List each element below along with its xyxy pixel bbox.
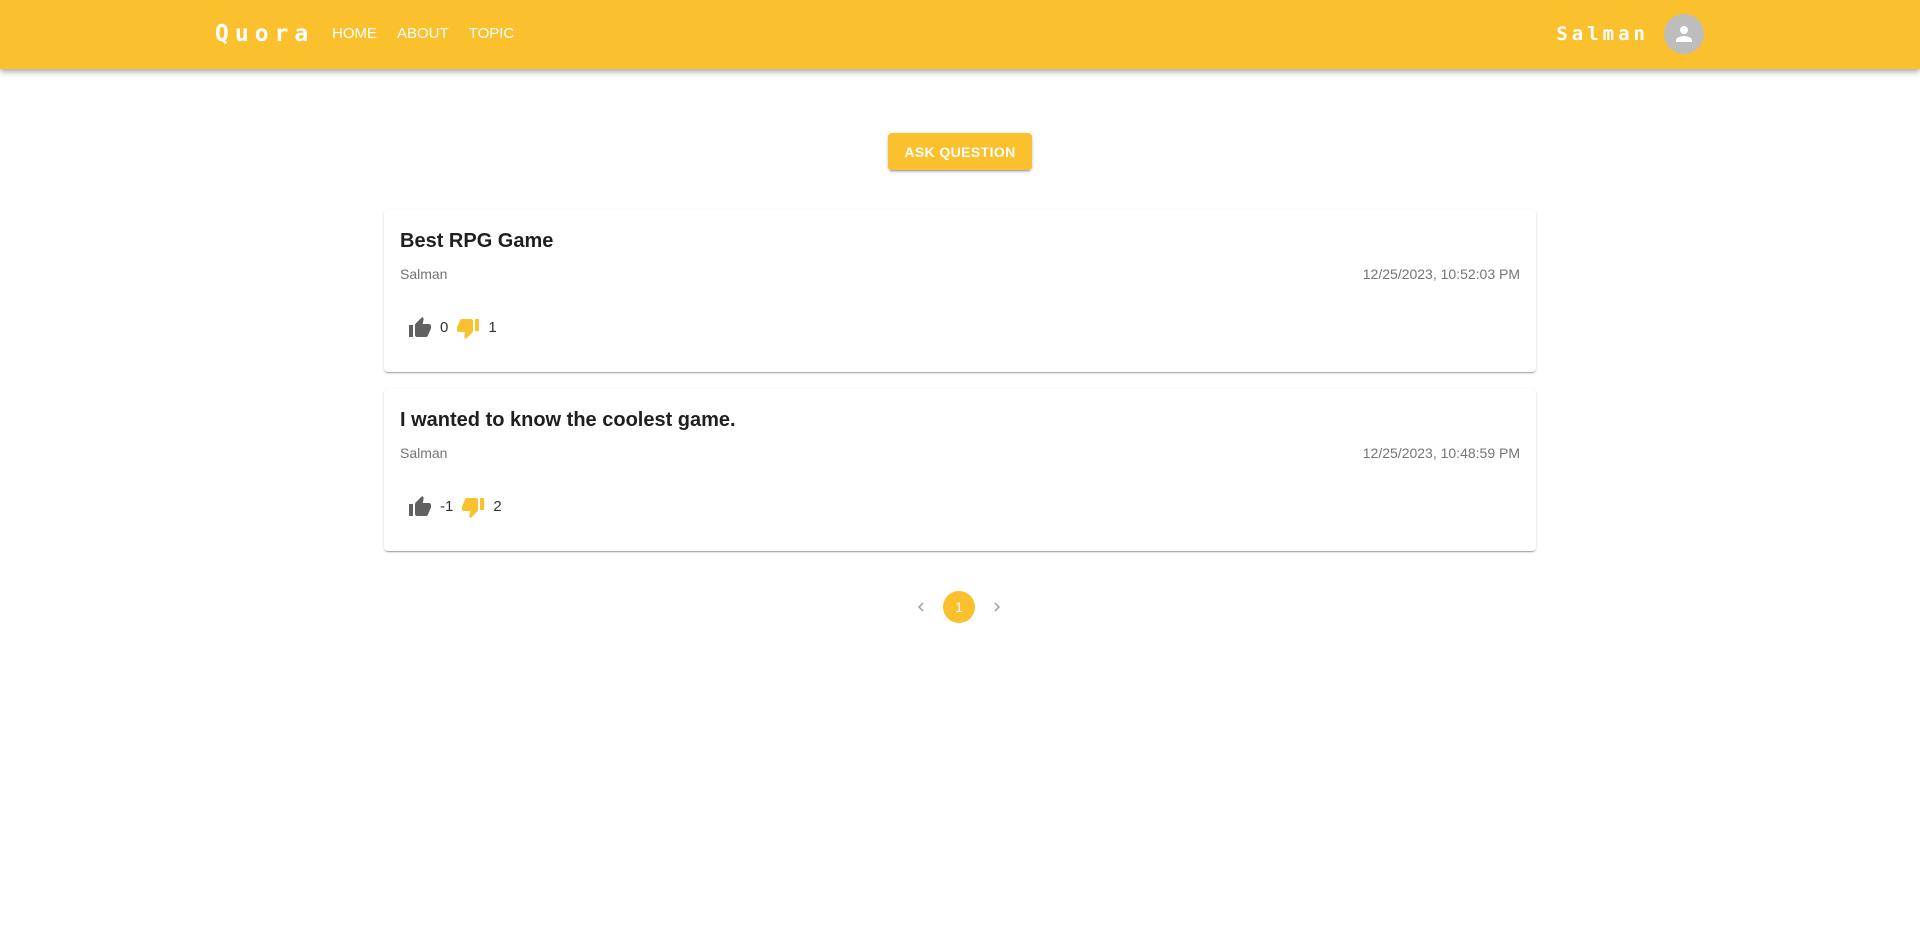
question-date: 12/25/2023, 10:48:59 PM — [1362, 445, 1520, 461]
upvote-count: 0 — [440, 319, 449, 336]
app-bar: Quora HOME ABOUT TOPIC Salman — [0, 0, 1920, 69]
question-author: Salman — [400, 266, 448, 282]
chevron-right-icon — [994, 602, 1000, 612]
avatar[interactable] — [1664, 14, 1704, 54]
question-title[interactable]: Best RPG Game — [400, 226, 553, 256]
downvote-button[interactable] — [454, 314, 482, 342]
chevron-left-icon — [918, 602, 924, 612]
thumb-up-icon — [409, 317, 431, 337]
question-date: 12/25/2023, 10:52:03 PM — [1362, 266, 1520, 282]
question-author: Salman — [400, 445, 448, 461]
nav-home[interactable]: HOME — [322, 22, 387, 46]
brand-logo[interactable]: Quora — [215, 20, 314, 48]
downvote-count: 1 — [488, 319, 497, 336]
upvote-button[interactable] — [406, 314, 434, 342]
question-title[interactable]: I wanted to know the coolest game. — [400, 405, 736, 435]
user-name: Salman — [1556, 23, 1649, 45]
thumb-up-icon — [409, 496, 431, 516]
account-circle-icon — [1676, 26, 1692, 42]
next-page-button[interactable] — [981, 591, 1013, 623]
vote-bar: 0 1 — [406, 314, 503, 342]
nav-about[interactable]: ABOUT — [387, 22, 459, 46]
previous-page-button[interactable] — [905, 591, 937, 623]
upvote-count: -1 — [440, 498, 454, 515]
page-button-current[interactable]: 1 — [943, 591, 975, 623]
nav-topic[interactable]: TOPIC — [459, 22, 525, 46]
thumb-down-icon — [457, 319, 480, 339]
vote-bar: -1 2 — [406, 493, 508, 521]
downvote-count: 2 — [493, 498, 502, 515]
downvote-button[interactable] — [459, 493, 487, 521]
question-card: Best RPG Game Salman 12/25/2023, 10:52:0… — [384, 210, 1536, 372]
thumb-down-icon — [462, 498, 485, 518]
ask-question-button[interactable]: ASK QUESTION — [888, 133, 1032, 170]
question-card: I wanted to know the coolest game. Salma… — [384, 389, 1536, 551]
pagination: 1 — [905, 591, 1013, 623]
main-nav: HOME ABOUT TOPIC — [322, 22, 524, 46]
upvote-button[interactable] — [406, 493, 434, 521]
